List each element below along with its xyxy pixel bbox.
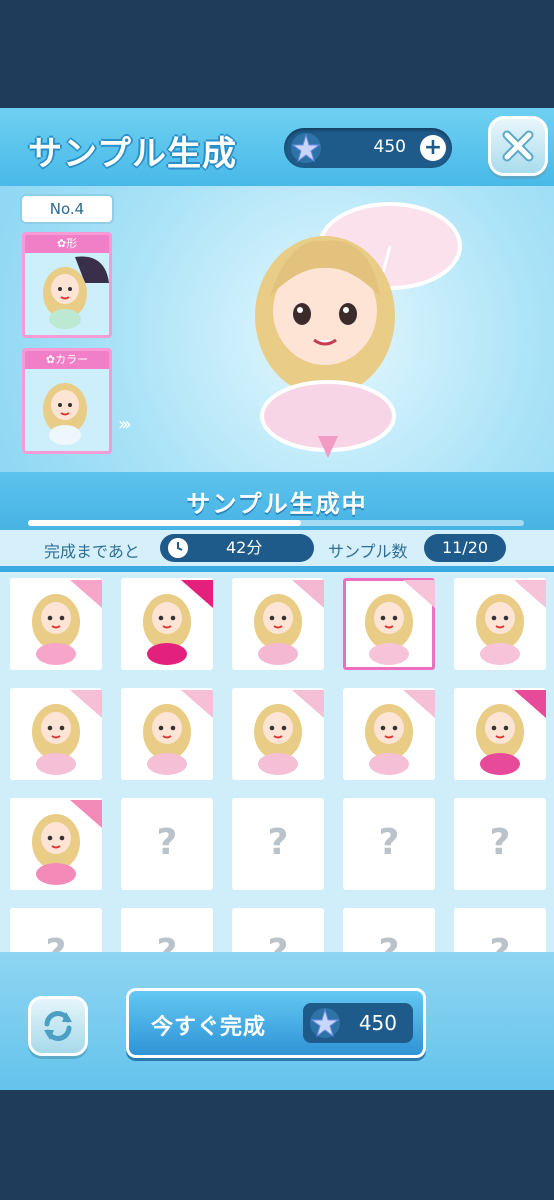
question-mark-icon: ? bbox=[156, 822, 178, 863]
sample-number: No.4 bbox=[20, 194, 114, 224]
sample-count-label: サンプル数 bbox=[328, 542, 408, 561]
sample-cell-locked[interactable]: ? bbox=[232, 798, 324, 890]
progress-bar bbox=[28, 520, 524, 526]
avatar-thumbnail bbox=[32, 690, 102, 775]
sample-cell[interactable] bbox=[10, 688, 102, 780]
question-mark-icon: ? bbox=[489, 822, 511, 863]
currency-amount: 450 bbox=[373, 137, 406, 157]
page-title: サンプル生成 bbox=[28, 134, 237, 174]
sample-grid: ????????? bbox=[0, 572, 554, 952]
question-mark-icon: ? bbox=[454, 932, 546, 952]
star-gem-icon bbox=[291, 133, 321, 163]
remaining-time-value: 42分 bbox=[226, 538, 263, 557]
sample-cell[interactable] bbox=[10, 798, 102, 890]
sample-cell-locked[interactable]: ? bbox=[454, 798, 546, 890]
question-mark-icon: ? bbox=[10, 932, 102, 952]
sample-generation-screen: サンプル生成 450 + No.4 ✿形 ✿カラー ››› サンプル生成中 完成… bbox=[0, 108, 554, 1090]
sample-cell[interactable] bbox=[232, 688, 324, 780]
shape-tag: ✿形 bbox=[25, 235, 109, 253]
avatar-thumbnail bbox=[43, 383, 87, 445]
cost-value: 450 bbox=[358, 1011, 397, 1035]
complete-now-label: 今すぐ完成 bbox=[151, 1015, 267, 1040]
star-gem-icon bbox=[310, 1008, 340, 1038]
question-mark-icon: ? bbox=[232, 932, 324, 952]
header: サンプル生成 450 + bbox=[0, 108, 554, 186]
progress-info: 完成まであと 42分 サンプル数 11/20 bbox=[0, 530, 554, 566]
sample-cell-locked[interactable]: ? bbox=[343, 908, 435, 952]
progress-section: サンプル生成中 完成まであと 42分 サンプル数 11/20 bbox=[0, 472, 554, 572]
sample-cell[interactable] bbox=[121, 688, 213, 780]
avatar-thumbnail bbox=[365, 580, 435, 665]
close-icon bbox=[502, 130, 534, 162]
progress-title: サンプル生成中 bbox=[186, 490, 368, 518]
sample-cell[interactable] bbox=[454, 578, 546, 670]
question-mark-icon: ? bbox=[378, 822, 400, 863]
color-tag: ✿カラー bbox=[25, 351, 109, 369]
sample-cell[interactable] bbox=[454, 688, 546, 780]
remaining-time-pill: 42分 bbox=[160, 534, 314, 562]
shape-source-card[interactable]: ✿形 bbox=[22, 232, 112, 338]
avatar-thumbnail bbox=[254, 580, 324, 665]
avatar-thumbnail bbox=[32, 580, 102, 665]
avatar-thumbnail bbox=[476, 690, 546, 775]
sample-cell-locked[interactable]: ? bbox=[121, 908, 213, 952]
refresh-button[interactable] bbox=[28, 996, 88, 1056]
sample-count-value: 11/20 bbox=[424, 534, 506, 562]
remaining-label: 完成まであと bbox=[44, 542, 140, 561]
refresh-icon bbox=[44, 1011, 72, 1041]
avatar-thumbnail bbox=[32, 800, 102, 885]
sample-cell[interactable] bbox=[10, 578, 102, 670]
progress-fill bbox=[28, 520, 301, 526]
sample-cell-locked[interactable]: ? bbox=[454, 908, 546, 952]
avatar-thumbnail bbox=[365, 690, 435, 775]
question-mark-icon: ? bbox=[343, 932, 435, 952]
home-indicator-area bbox=[0, 1090, 554, 1200]
sample-cell-locked[interactable]: ? bbox=[10, 908, 102, 952]
sample-cell-locked[interactable]: ? bbox=[343, 798, 435, 890]
avatar-thumbnail bbox=[43, 256, 109, 329]
avatar-thumbnail bbox=[254, 690, 324, 775]
sample-cell[interactable] bbox=[121, 578, 213, 670]
color-source-card[interactable]: ✿カラー bbox=[22, 348, 112, 454]
avatar-preview: No.4 ✿形 ✿カラー ››› bbox=[0, 186, 554, 472]
cost-display: 450 bbox=[303, 1003, 413, 1043]
avatar-large bbox=[255, 202, 462, 458]
avatar-thumbnail bbox=[476, 580, 546, 665]
clock-icon bbox=[168, 538, 188, 558]
add-currency-button[interactable]: + bbox=[420, 135, 446, 161]
sample-cell-locked[interactable]: ? bbox=[121, 798, 213, 890]
footer: 今すぐ完成 450 bbox=[0, 952, 554, 1090]
sample-cell[interactable] bbox=[343, 688, 435, 780]
currency-display: 450 + bbox=[284, 128, 452, 168]
avatar-thumbnail bbox=[143, 580, 213, 665]
ribbon-icon: ✿ bbox=[56, 237, 67, 250]
question-mark-icon: ? bbox=[121, 932, 213, 952]
sample-cell-locked[interactable]: ? bbox=[232, 908, 324, 952]
complete-now-button[interactable]: 今すぐ完成 450 bbox=[126, 988, 426, 1058]
avatar-thumbnail bbox=[143, 690, 213, 775]
status-bar-area bbox=[0, 0, 554, 108]
palette-icon: ✿ bbox=[45, 353, 56, 366]
close-button[interactable] bbox=[488, 116, 548, 176]
question-mark-icon: ? bbox=[267, 822, 289, 863]
sample-cell[interactable] bbox=[343, 578, 435, 670]
sample-cell[interactable] bbox=[232, 578, 324, 670]
arrow-indicator: ››› bbox=[118, 414, 131, 435]
